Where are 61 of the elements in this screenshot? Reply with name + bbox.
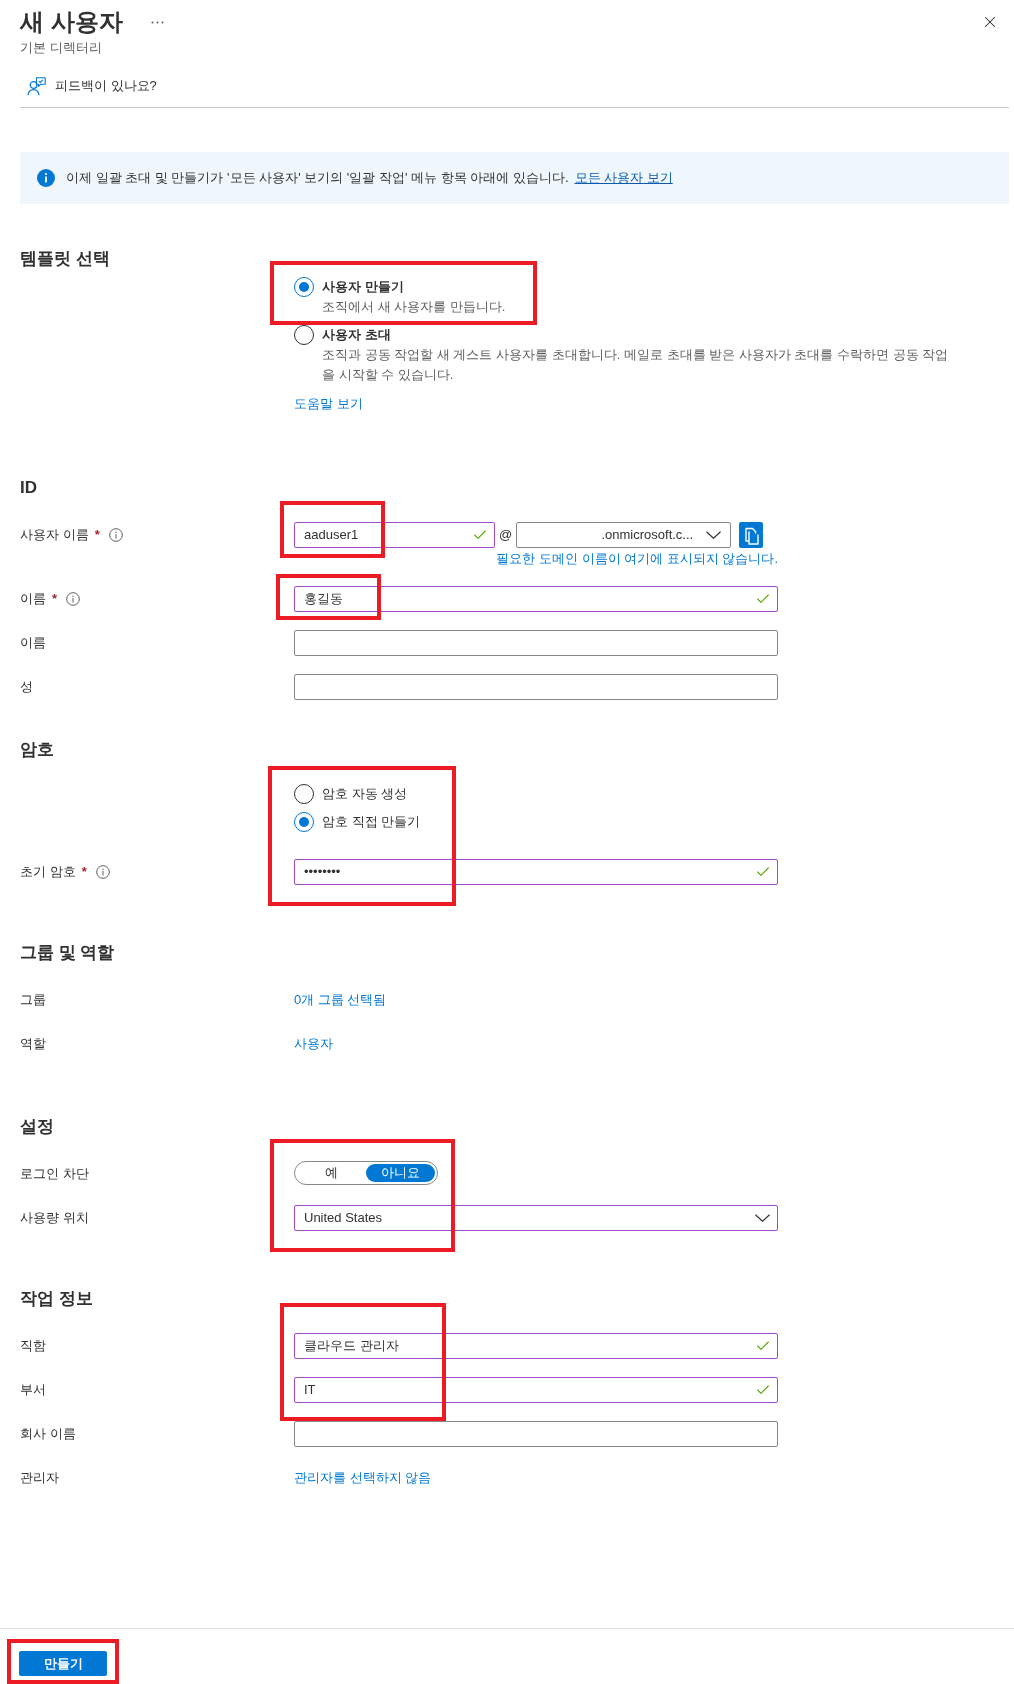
toggle-option[interactable]: 예 xyxy=(297,1164,366,1182)
text-field[interactable]: 클라우드 관리자 xyxy=(294,1333,778,1359)
copy-icon[interactable] xyxy=(739,522,764,548)
domain-dropdown[interactable]: .onmicrosoft.c... xyxy=(516,522,732,548)
selection-link[interactable]: 0개 그룹 선택됨 xyxy=(294,990,387,1010)
feedback-button[interactable]: 피드백이 있나요? xyxy=(27,76,157,96)
more-icon[interactable] xyxy=(150,20,164,24)
info-icon[interactable] xyxy=(108,528,123,542)
field-label: 사용량 위치 xyxy=(20,1209,89,1228)
option-description: 조직에서 새 사용자를 만듭니다. xyxy=(322,298,506,316)
chevron-down-icon xyxy=(755,1214,770,1222)
field-label: 회사 이름 xyxy=(20,1425,76,1444)
option-label[interactable]: 사용자 만들기 xyxy=(322,277,506,297)
page-subtitle: 기본 디렉터리 xyxy=(20,39,103,57)
field-label: 부서 xyxy=(20,1381,46,1400)
option-label[interactable]: 암호 자동 생성 xyxy=(322,784,408,804)
field-label: 관리자 xyxy=(20,1469,59,1488)
section-heading: 작업 정보 xyxy=(20,1288,94,1310)
create-button[interactable]: 만들기 xyxy=(19,1651,107,1676)
password-field[interactable]: •••••••• xyxy=(294,859,778,885)
field-label: 직함 xyxy=(20,1337,46,1356)
chevron-down-icon xyxy=(706,531,722,539)
option-description: 조직과 공동 작업할 새 게스트 사용자를 초대합니다. 메일로 초대를 받은 사용자가 초대를 수락하면 공동 작업을 시작할 수 있습니다. xyxy=(322,346,950,384)
info-icon xyxy=(37,169,55,187)
person-feedback-icon xyxy=(27,76,46,96)
section-heading: ID xyxy=(20,477,38,499)
info-icon[interactable] xyxy=(66,592,81,606)
selection-link[interactable]: 관리자를 선택하지 않음 xyxy=(294,1468,432,1488)
field-label: 역할 xyxy=(20,1035,46,1054)
field-label: 그룹 xyxy=(20,991,46,1010)
field-label: 이름 xyxy=(20,590,46,609)
info-message: 이제 일괄 초대 및 만들기가 '모든 사용자' 보기의 '일괄 작업' 메뉴 항목 아래에 있습니다. xyxy=(66,169,569,188)
help-link[interactable]: 도움말 보기 xyxy=(294,394,363,414)
selection-link[interactable]: 사용자 xyxy=(294,1034,333,1054)
page-title: 새 사용자 xyxy=(20,8,123,36)
option-label[interactable]: 사용자 초대 xyxy=(322,325,958,345)
dropdown-field[interactable]: United States xyxy=(294,1205,778,1231)
required-mark: * xyxy=(81,863,87,882)
field-label: 사용자 이름 xyxy=(20,526,89,545)
field-label: 성 xyxy=(20,678,33,697)
field-label: 로그인 차단 xyxy=(20,1165,89,1184)
text-field[interactable]: 홍길동 xyxy=(294,586,778,612)
info-icon[interactable] xyxy=(95,865,110,879)
toggle-option[interactable]: 아니요 xyxy=(366,1164,435,1182)
domain-help-link[interactable]: 필요한 도메인 이름이 여기에 표시되지 않습니다. xyxy=(496,551,778,566)
view-all-users-link[interactable]: 모든 사용자 보기 xyxy=(574,168,673,188)
field-label: 이름 xyxy=(20,634,46,653)
text-field[interactable] xyxy=(294,674,778,700)
section-heading: 암호 xyxy=(20,739,55,761)
required-mark: * xyxy=(94,526,100,545)
text-field[interactable] xyxy=(294,1421,778,1447)
section-heading: 그룹 및 역할 xyxy=(20,942,116,964)
text-field[interactable] xyxy=(294,630,778,656)
section-heading: 설정 xyxy=(20,1116,55,1138)
section-heading: 템플릿 선택 xyxy=(20,248,111,270)
at-sign: @ xyxy=(499,526,513,545)
text-field[interactable]: IT xyxy=(294,1377,778,1403)
text-field[interactable]: aaduser1 xyxy=(294,522,495,548)
field-label: 초기 암호 xyxy=(20,863,76,882)
option-label[interactable]: 암호 직접 만들기 xyxy=(322,812,421,832)
required-mark: * xyxy=(52,590,58,609)
